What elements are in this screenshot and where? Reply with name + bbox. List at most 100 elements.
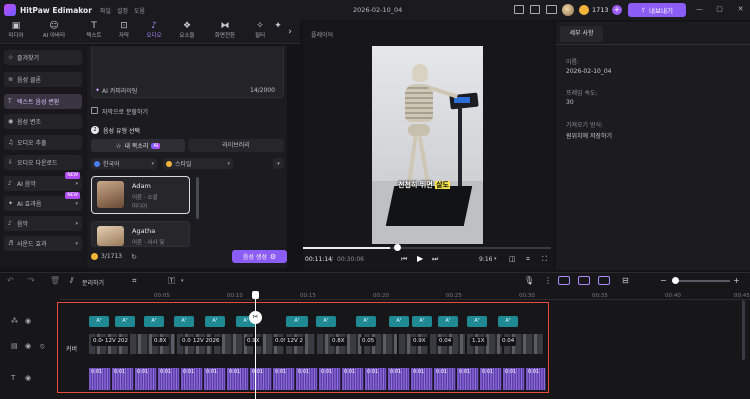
mail-icon[interactable] — [546, 5, 557, 14]
more-icon: ✦ — [274, 21, 282, 31]
tab-media[interactable]: ▣ 미디어 — [0, 21, 32, 43]
mute-icon[interactable]: ⦸ — [40, 342, 45, 351]
ai-copywriting-button[interactable]: ✦ AI 카피라이팅 — [95, 86, 137, 95]
sidebar-item-label: 음성 클론 — [17, 77, 41, 84]
sidebar-item-ai-music[interactable]: ♪ AI 음악 NEW ▾ — [4, 172, 82, 191]
link-toggle[interactable] — [558, 276, 570, 285]
tab-my-voice[interactable]: ☆ 내 목소리 AI — [91, 139, 185, 152]
caption-text: 천천히 뛰면 — [398, 181, 436, 189]
undo-icon[interactable]: ↶ — [7, 276, 14, 285]
snap-toggle[interactable] — [598, 276, 610, 285]
crop-icon[interactable]: ⌗ — [526, 255, 530, 264]
split-scissors-icon[interactable]: ✂ — [249, 311, 262, 324]
voice-avatar — [97, 226, 124, 246]
sidebar-item-sound-effects[interactable]: ♬ 사운드 효과 ▾ — [4, 236, 82, 251]
style-filter[interactable]: 스타일 ▾ — [163, 158, 233, 169]
more-options-icon[interactable]: ⋮ — [544, 276, 552, 285]
minimize-button[interactable]: — — [695, 5, 704, 14]
playhead-handle[interactable] — [252, 291, 259, 299]
magnet-toggle[interactable] — [578, 276, 590, 285]
zoom-handle[interactable] — [672, 277, 679, 284]
sidebar-item-label: 즐겨찾기 — [17, 55, 40, 62]
tab-ai-avatar[interactable]: ☺ AI 아바타 — [34, 21, 74, 43]
split-icon[interactable]: ⫽ — [70, 276, 74, 286]
text-tool-icon[interactable]: 🅃 — [168, 276, 175, 286]
elements-icon: ❖ — [182, 21, 192, 31]
split-label[interactable]: 분리하기 — [82, 278, 104, 287]
tab-library[interactable]: 라이브러리 — [188, 139, 284, 152]
preview-progress-track[interactable] — [303, 247, 551, 249]
menu-settings[interactable]: 설정 — [117, 6, 128, 15]
voice-scrollbar[interactable] — [196, 177, 199, 219]
chevron-down-icon[interactable]: ▾ — [494, 256, 497, 262]
sidebar-item-label: 텍스트 음성 변환 — [17, 99, 60, 106]
tab-more[interactable]: ✦ — [272, 21, 284, 43]
zoom-out-icon[interactable]: − — [660, 276, 667, 285]
snapshot-icon[interactable]: ◫ — [509, 255, 516, 263]
monitor-icon[interactable] — [514, 5, 524, 14]
sound-icon: ♬ — [8, 240, 14, 247]
zoom-slider[interactable] — [672, 280, 730, 282]
layout-icon[interactable] — [530, 5, 540, 14]
menu-file[interactable]: 파일 — [100, 6, 111, 15]
eye-icon[interactable]: ◉ — [25, 342, 31, 350]
aspect-ratio[interactable]: 9:16 — [479, 256, 492, 263]
sidebar-item-tts[interactable]: T 텍스트 음성 변환 — [4, 94, 82, 109]
sidebar-item-voice-changer[interactable]: ◉ 음성 변조 — [4, 114, 82, 129]
chevron-right-icon[interactable]: › — [285, 26, 295, 38]
usage-value: 3/1713 — [101, 253, 123, 260]
voice-card-agatha[interactable]: Agatha 어른 · 서사 및 — [91, 221, 190, 247]
sidebar-item-voice-clone[interactable]: ≋ 음성 클론 — [4, 72, 82, 87]
menu-help[interactable]: 도움 — [134, 6, 145, 15]
split-subtitles-checkbox[interactable] — [91, 107, 98, 114]
next-frame-icon[interactable]: ⏭ — [432, 255, 438, 264]
refresh-icon[interactable]: ↻ — [131, 253, 137, 261]
music-note-icon: ♪ — [151, 21, 157, 31]
crop-tool-icon[interactable]: ⌗ — [132, 276, 137, 286]
add-credits-button[interactable]: + — [612, 5, 622, 15]
language-filter[interactable]: 한국어 ▾ — [91, 158, 157, 169]
sidebar-item-audio-download[interactable]: ⇩ 오디오 다운로드 — [4, 155, 82, 170]
timeline-scrollbar[interactable] — [742, 300, 745, 360]
playhead[interactable] — [255, 294, 256, 399]
redo-icon[interactable]: ↷ — [28, 276, 35, 285]
voice-card-adam[interactable]: Adam 어른 · 소셜 미디어 — [91, 176, 190, 214]
zoom-in-icon[interactable]: + — [733, 276, 740, 285]
sidebar-item-label: AI 효과음 — [17, 201, 42, 208]
tab-elements[interactable]: ❖ 요소들 — [171, 21, 203, 43]
maximize-button[interactable]: ▢ — [715, 5, 724, 14]
fullscreen-icon[interactable]: ⛶ — [542, 255, 547, 264]
export-button[interactable]: ⇪ 내보내기 — [628, 3, 686, 17]
expand-filter-button[interactable]: ▾ — [273, 158, 284, 169]
video-frame[interactable]: 천천히 뛰면 살도 — [372, 46, 483, 244]
sidebar-item-music[interactable]: ♪ 음악 ▾ — [4, 216, 82, 231]
preview-progress-handle[interactable] — [394, 244, 401, 251]
tab-subtitles[interactable]: ⊡ 자막 — [108, 21, 140, 43]
app-window: { "app": {"title": "HitPaw Edimakor", "m… — [0, 0, 750, 399]
chevron-down-icon[interactable]: ▾ — [181, 278, 184, 284]
tab-label: 오디오 — [146, 33, 162, 39]
play-icon[interactable]: ▶ — [417, 254, 423, 263]
user-avatar[interactable] — [562, 4, 574, 16]
tab-label: 텍스트 — [86, 33, 102, 39]
tab-audio[interactable]: ♪ 오디오 — [138, 21, 170, 43]
tab-details[interactable]: 세부 사항 — [560, 26, 603, 42]
fit-icon[interactable]: ⊟ — [622, 276, 629, 285]
delete-icon[interactable]: 🗑 — [50, 276, 60, 285]
voice-name: Adam — [132, 182, 151, 190]
sidebar-item-ai-sfx[interactable]: ✦ AI 효과음 NEW ▾ — [4, 192, 82, 211]
language-value: 한국어 — [103, 161, 120, 168]
sidebar-item-label: AI 음악 — [17, 181, 36, 188]
sidebar-item-favorites[interactable]: ☆ 즐겨찾기 — [4, 50, 82, 65]
sidebar-item-audio-extract[interactable]: ♫ 오디오 추출 — [4, 135, 82, 150]
generate-voice-button[interactable]: 음성 생성 ⚙ — [232, 250, 287, 263]
eye-icon[interactable]: ◉ — [25, 317, 31, 325]
text-track-icon: ⁂ — [11, 317, 18, 325]
mic-icon[interactable]: 🎙 — [524, 276, 534, 285]
chevron-down-icon: ▾ — [75, 240, 78, 247]
tab-transitions[interactable]: ⧓ 화면전환 — [206, 21, 244, 43]
prev-frame-icon[interactable]: ⏮ — [401, 255, 407, 264]
close-button[interactable]: ✕ — [736, 5, 745, 14]
tab-text[interactable]: T 텍스트 — [78, 21, 110, 43]
eye-icon[interactable]: ◉ — [25, 374, 31, 382]
